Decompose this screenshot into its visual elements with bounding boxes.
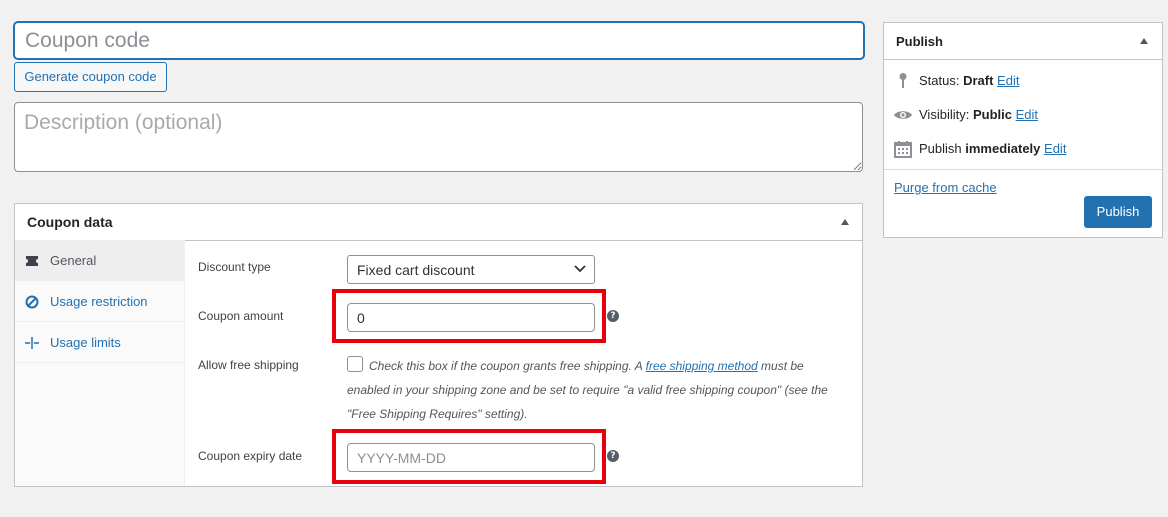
generate-coupon-code-button[interactable]: Generate coupon code (14, 62, 167, 92)
discount-type-label: Discount type (198, 260, 271, 274)
description-input[interactable] (14, 102, 863, 172)
discount-type-value: Fixed cart discount (357, 262, 475, 278)
publish-header: Publish (884, 23, 1162, 60)
tab-usage-limits[interactable]: Usage limits (15, 322, 184, 363)
collapse-toggle-icon[interactable] (841, 219, 849, 225)
publish-box: Publish Status: Draft Edit Visibility: P… (883, 22, 1163, 238)
status-label: Status: (919, 73, 964, 88)
expiry-date-input[interactable] (347, 443, 595, 472)
eye-icon (893, 106, 913, 124)
collapse-toggle-icon[interactable] (1140, 38, 1148, 44)
publish-title: Publish (896, 34, 943, 49)
discount-type-select[interactable]: Fixed cart discount (347, 255, 595, 284)
help-icon[interactable]: ? (607, 310, 619, 322)
tab-usage-restriction[interactable]: Usage restriction (15, 281, 184, 322)
coupon-amount-label: Coupon amount (198, 309, 284, 323)
tab-usage-restriction-label: Usage restriction (50, 294, 148, 309)
coupon-data-tabs: General Usage restriction Usage limits (15, 240, 185, 486)
coupon-data-panel: Coupon data General Usage restriction Us… (14, 203, 863, 487)
free-shipping-text-before: Check this box if the coupon grants free… (369, 359, 646, 373)
help-icon[interactable]: ? (607, 450, 619, 462)
edit-schedule-link[interactable]: Edit (1044, 141, 1066, 156)
limits-icon (24, 335, 40, 351)
schedule-value: immediately (965, 141, 1041, 156)
coupon-data-title: Coupon data (27, 214, 113, 230)
purge-cache-link[interactable]: Purge from cache (894, 180, 997, 195)
visibility-value: Public (972, 107, 1012, 122)
schedule-label: Publish (919, 141, 966, 156)
restriction-icon (24, 294, 40, 310)
tab-usage-limits-label: Usage limits (50, 335, 121, 350)
coupon-amount-input[interactable] (347, 303, 595, 332)
free-shipping-description: Check this box if the coupon grants free… (347, 354, 847, 426)
publish-button[interactable]: Publish (1084, 196, 1152, 228)
coupon-data-header: Coupon data (15, 204, 862, 241)
chevron-down-icon (574, 265, 586, 273)
tab-general-label: General (50, 253, 97, 268)
edit-status-link[interactable]: Edit (997, 73, 1019, 88)
tab-general[interactable]: General (15, 240, 184, 281)
pin-icon (893, 72, 913, 90)
visibility-label: Visibility: (919, 107, 973, 122)
expiry-date-label: Coupon expiry date (198, 449, 303, 463)
status-value: Draft (963, 73, 994, 88)
coupon-code-input[interactable] (14, 22, 864, 59)
calendar-icon (893, 140, 913, 158)
ticket-icon (24, 253, 40, 269)
free-shipping-label: Allow free shipping (198, 358, 299, 372)
publish-divider (884, 169, 1162, 170)
free-shipping-method-link[interactable]: free shipping method (646, 359, 758, 373)
edit-visibility-link[interactable]: Edit (1016, 107, 1038, 122)
